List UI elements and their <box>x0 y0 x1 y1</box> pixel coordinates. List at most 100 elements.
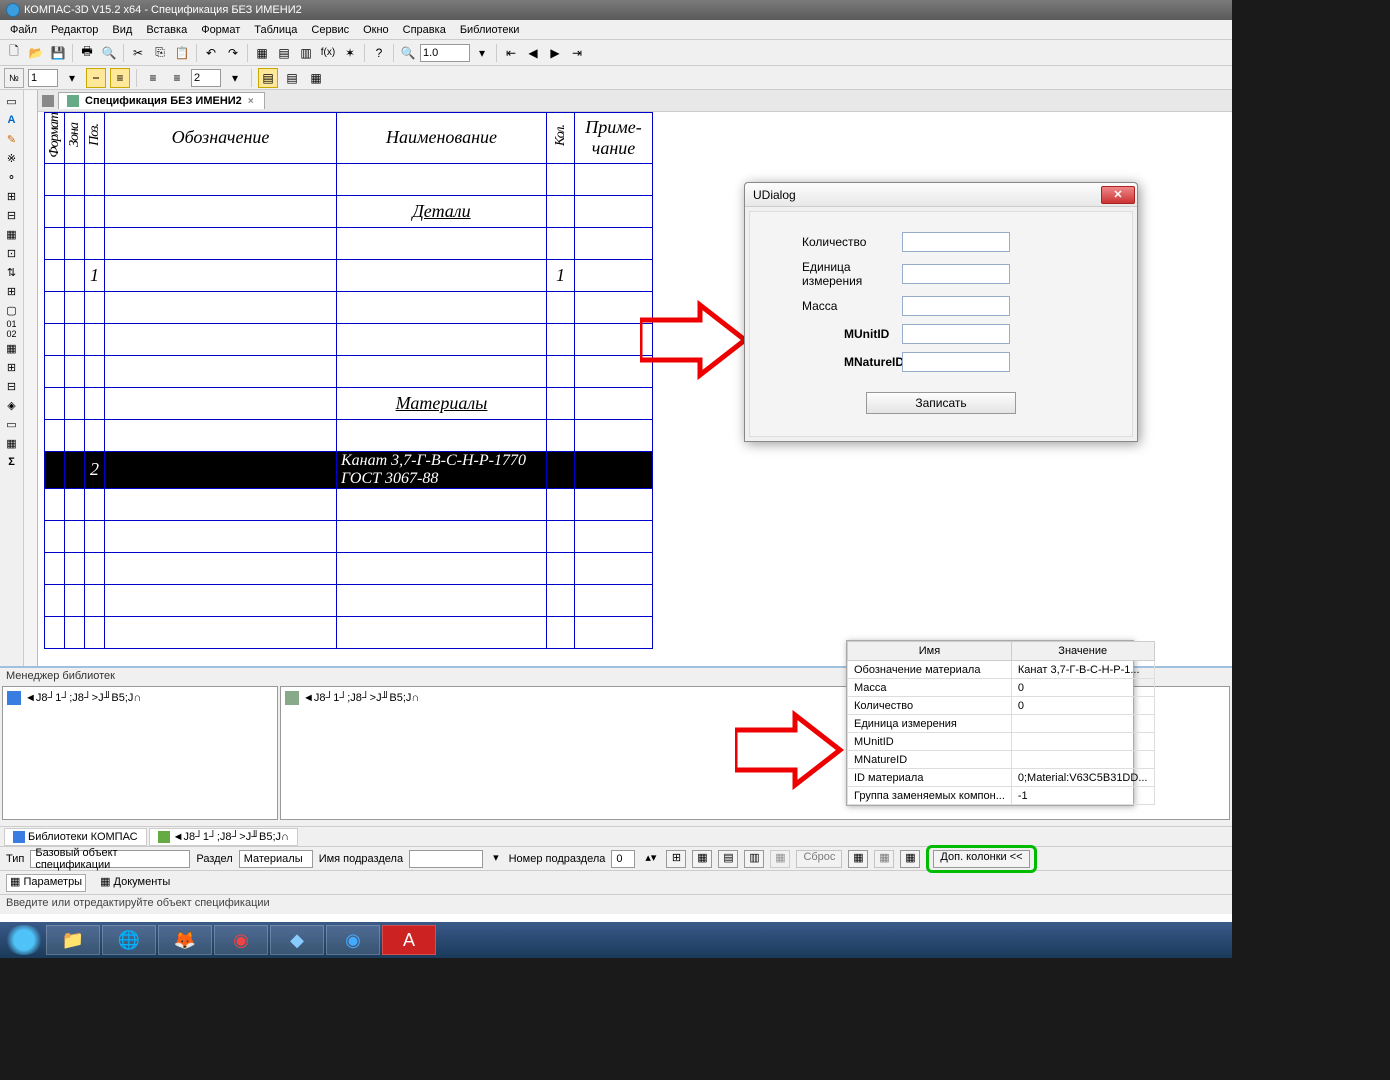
dop-kolonki-button[interactable]: Доп. колонки << <box>933 850 1029 868</box>
nav-btn-1[interactable]: ⇤ <box>501 43 521 63</box>
task-kompas[interactable]: ◉ <box>326 925 380 955</box>
menu-libraries[interactable]: Библиотеки <box>454 22 526 38</box>
lib-tab-other[interactable]: ◄J8┘1┘;J8┘>J╜B5;J∩ <box>149 828 298 846</box>
open-button[interactable]: 📂 <box>26 43 46 63</box>
menu-view[interactable]: Вид <box>106 22 138 38</box>
tool-btn-5[interactable]: ✶ <box>340 43 360 63</box>
task-chrome[interactable]: 🌐 <box>102 925 156 955</box>
bb-icon-9[interactable]: ▦ <box>900 850 920 868</box>
field-tip[interactable]: Базовый объект спецификации <box>30 850 190 868</box>
preview-button[interactable]: 🔍 <box>99 43 119 63</box>
input-unit[interactable] <box>902 264 1010 284</box>
lt-tool-6[interactable]: ⊞ <box>2 187 22 205</box>
zoom-fit-button[interactable]: 🔍 <box>398 43 418 63</box>
field-nomp[interactable]: 0 <box>611 850 635 868</box>
menu-insert[interactable]: Вставка <box>140 22 193 38</box>
highlight-2[interactable]: ≡ <box>110 68 130 88</box>
dd-imyap[interactable]: ▾ <box>489 850 503 868</box>
nav-btn-4[interactable]: ⇥ <box>567 43 587 63</box>
save-button[interactable]: 💾 <box>48 43 68 63</box>
dd2[interactable]: ▾ <box>225 68 245 88</box>
tool-btn-2[interactable]: ▤ <box>274 43 294 63</box>
zoom-combo[interactable] <box>420 44 470 62</box>
selected-row[interactable]: 2Канат 3,7-Г-В-С-Н-Р-1770 ГОСТ 3067-88 <box>45 451 653 488</box>
tool-btn-1[interactable]: ▦ <box>252 43 272 63</box>
lt-tool-17[interactable]: ◈ <box>2 396 22 414</box>
lt-tool-12[interactable]: ▢ <box>2 301 22 319</box>
lt-tool-18[interactable]: ▭ <box>2 415 22 433</box>
field-razdel[interactable]: Материалы <box>239 850 313 868</box>
input-mass[interactable] <box>902 296 1010 316</box>
align-left[interactable]: ≡ <box>143 68 163 88</box>
lt-tool-15[interactable]: ⊞ <box>2 358 22 376</box>
paste-button[interactable]: 📋 <box>172 43 192 63</box>
lib-tree-item[interactable]: ◄J8┘1┘;J8┘>J╜B5;J∩ <box>5 689 275 707</box>
task-firefox[interactable]: 🦊 <box>158 925 212 955</box>
dd1[interactable]: ▾ <box>62 68 82 88</box>
list-2[interactable]: ▤ <box>282 68 302 88</box>
tab-params[interactable]: ▦ Параметры <box>6 874 86 892</box>
udialog-titlebar[interactable]: UDialog ✕ <box>745 183 1137 207</box>
lt-sigma[interactable]: Σ <box>2 453 22 471</box>
lt-tool-14[interactable]: ▦ <box>2 339 22 357</box>
lt-tool-8[interactable]: ▦ <box>2 225 22 243</box>
tab-docs[interactable]: ▦ Документы <box>96 874 174 892</box>
bb-icon-7[interactable]: ▦ <box>848 850 868 868</box>
spin-nomp[interactable]: ▴▾ <box>641 850 660 868</box>
lt-tool-19[interactable]: ▦ <box>2 434 22 452</box>
lt-tool-7[interactable]: ⊟ <box>2 206 22 224</box>
lt-tool-9[interactable]: ⊡ <box>2 244 22 262</box>
cut-button[interactable]: ✂ <box>128 43 148 63</box>
lt-tool-5[interactable]: ⚬ <box>2 168 22 186</box>
fx-button[interactable]: f(x) <box>318 43 338 63</box>
udialog-save-button[interactable]: Записать <box>866 392 1016 414</box>
lt-tool-1[interactable]: ▭ <box>2 92 22 110</box>
lt-tool-2[interactable]: A <box>2 111 22 129</box>
bb-icon-4[interactable]: ▥ <box>744 850 764 868</box>
lines-field[interactable] <box>191 69 221 87</box>
input-mnatureid[interactable] <box>902 352 1010 372</box>
menu-help[interactable]: Справка <box>397 22 452 38</box>
input-qty[interactable] <box>902 232 1010 252</box>
property-grid[interactable]: ИмяЗначение Обозначение материалаКанат 3… <box>846 640 1134 806</box>
task-explorer[interactable]: 📁 <box>46 925 100 955</box>
menu-service[interactable]: Сервис <box>305 22 355 38</box>
nav-btn-3[interactable]: ▶ <box>545 43 565 63</box>
align-center[interactable]: ≡ <box>167 68 187 88</box>
list-3[interactable]: ▦ <box>306 68 326 88</box>
lt-tool-10[interactable]: ⇅ <box>2 263 22 281</box>
redo-button[interactable]: ↷ <box>223 43 243 63</box>
menu-file[interactable]: Файл <box>4 22 43 38</box>
bb-icon-2[interactable]: ▦ <box>692 850 712 868</box>
help-button[interactable]: ? <box>369 43 389 63</box>
number-field[interactable] <box>28 69 58 87</box>
task-app1[interactable]: ◉ <box>214 925 268 955</box>
doc-tab-active[interactable]: Спецификация БЕЗ ИМЕНИ2 × <box>58 92 265 109</box>
undo-button[interactable]: ↶ <box>201 43 221 63</box>
menu-window[interactable]: Окно <box>357 22 395 38</box>
lt-tool-13[interactable]: 0102 <box>2 320 22 338</box>
lt-tool-4[interactable]: ※ <box>2 149 22 167</box>
bb-icon-1[interactable]: ⊞ <box>666 850 686 868</box>
new-button[interactable]: 🗋 <box>4 43 24 63</box>
menu-format[interactable]: Формат <box>195 22 246 38</box>
start-button[interactable] <box>4 925 44 955</box>
menu-table[interactable]: Таблица <box>248 22 303 38</box>
task-app2[interactable]: ◆ <box>270 925 324 955</box>
doc-tab-close[interactable]: × <box>246 96 256 107</box>
list-1[interactable]: ▤ <box>258 68 278 88</box>
bb-icon-3[interactable]: ▤ <box>718 850 738 868</box>
nav-btn-2[interactable]: ◀ <box>523 43 543 63</box>
udialog-close-button[interactable]: ✕ <box>1101 186 1135 204</box>
task-acrobat[interactable]: A <box>382 925 436 955</box>
field-imyap[interactable] <box>409 850 483 868</box>
no-button[interactable]: № <box>4 68 24 88</box>
zoom-dropdown[interactable]: ▾ <box>472 43 492 63</box>
tool-btn-3[interactable]: ▥ <box>296 43 316 63</box>
print-button[interactable]: 🖶 <box>77 43 97 63</box>
lt-tool-3[interactable]: ✎ <box>2 130 22 148</box>
lt-tool-16[interactable]: ⊟ <box>2 377 22 395</box>
menu-editor[interactable]: Редактор <box>45 22 104 38</box>
lib-tree[interactable]: ◄J8┘1┘;J8┘>J╜B5;J∩ <box>2 686 278 820</box>
lt-tool-11[interactable]: ⊞ <box>2 282 22 300</box>
